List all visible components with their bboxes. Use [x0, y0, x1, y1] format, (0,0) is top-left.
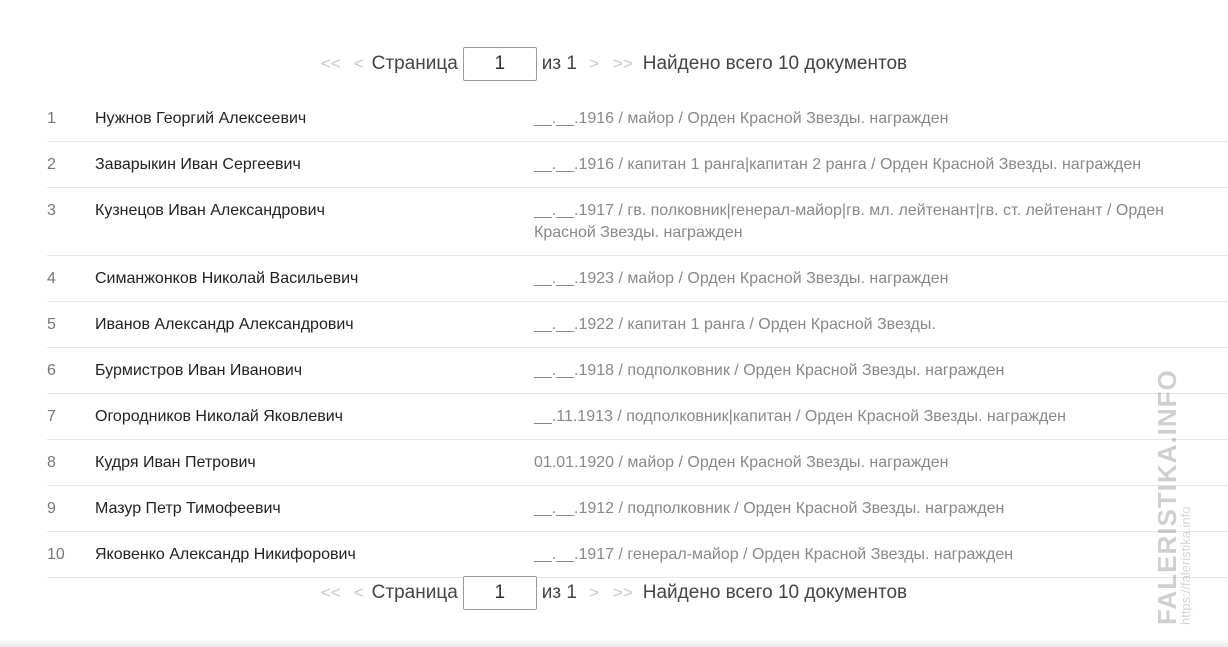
- result-name-link[interactable]: Кузнецов Иван Александрович: [95, 200, 534, 244]
- result-number: 4: [47, 270, 56, 287]
- result-number: 5: [47, 316, 56, 333]
- result-row: 8 Кудря Иван Петрович 01.01.1920 / майор /…: [47, 440, 1228, 486]
- next-page-link[interactable]: >: [589, 54, 599, 74]
- result-details: __.__.1922 / капитан 1 ранга / Орден Кра…: [534, 316, 936, 333]
- result-details: __.11.1913 / подполковник|капитан / Орде…: [534, 408, 1067, 425]
- result-details: __.__.1918 / подполковник / Орден Красно…: [534, 362, 1005, 379]
- result-name-link[interactable]: Иванов Александр Александрович: [95, 314, 534, 336]
- last-page-link[interactable]: >>: [613, 54, 633, 74]
- watermark: FALERISTIKA.INFO https://faleristika.inf…: [1152, 369, 1198, 626]
- result-number: 7: [47, 408, 56, 425]
- result-row: 9 Мазур Петр Тимофеевич __.__.1912 / подпо…: [47, 486, 1228, 532]
- result-number: 9: [47, 500, 56, 517]
- result-row: 7 Огородников Николай Яковлевич __.11.1913…: [47, 394, 1228, 440]
- result-name-link[interactable]: Огородников Николай Яковлевич: [95, 406, 534, 428]
- first-page-link[interactable]: <<: [321, 54, 341, 74]
- page-number-input[interactable]: [462, 47, 537, 81]
- result-name-link[interactable]: Кудря Иван Петрович: [95, 452, 534, 474]
- result-row: 2 Заварыкин Иван Сергеевич __.__.1916 / ка…: [47, 142, 1228, 188]
- page-total-label: из 1: [541, 53, 577, 74]
- page: << < Страница из 1 > >> Найдено всего 10…: [0, 0, 1228, 647]
- result-number: 6: [47, 362, 56, 379]
- watermark-url: https://faleristika.info: [1178, 506, 1193, 626]
- result-name-link[interactable]: Бурмистров Иван Иванович: [95, 360, 534, 382]
- page-total-label: из 1: [541, 582, 577, 603]
- result-number: 8: [47, 454, 56, 471]
- pagination-bottom: << < Страница из 1 > >> Найдено всего 10…: [0, 575, 1228, 611]
- result-details: 01.01.1920 / майор / Орден Красной Звезд…: [534, 454, 949, 471]
- found-count: Найдено всего 10 документов: [642, 582, 908, 603]
- last-page-link[interactable]: >>: [613, 583, 633, 603]
- result-details: __.__.1916 / капитан 1 ранга|капитан 2 р…: [534, 156, 1142, 173]
- bottom-shadow: [0, 639, 1228, 647]
- page-label: Страница: [371, 53, 458, 74]
- result-name-link[interactable]: Яковенко Александр Никифорович: [95, 544, 534, 566]
- result-row: 4 Симанжонков Николай Васильевич __.__.192…: [47, 256, 1228, 302]
- prev-page-link[interactable]: <: [354, 54, 364, 74]
- results-list: 1 Нужнов Георгий Алексеевич __.__.1916 / м…: [47, 96, 1228, 578]
- result-details: __.__.1917 / генерал-майор / Орден Красн…: [534, 546, 1014, 563]
- first-page-link[interactable]: <<: [321, 583, 341, 603]
- result-number: 3: [47, 202, 56, 219]
- result-row: 10 Яковенко Александр Никифорович __.__.19…: [47, 532, 1228, 578]
- found-count: Найдено всего 10 документов: [642, 53, 908, 74]
- result-row: 3 Кузнецов Иван Александрович __.__.1917 /…: [47, 188, 1228, 256]
- pagination-top: << < Страница из 1 > >> Найдено всего 10…: [0, 46, 1228, 82]
- result-name-link[interactable]: Заварыкин Иван Сергеевич: [95, 154, 534, 176]
- result-details: __.__.1916 / майор / Орден Красной Звезд…: [534, 110, 949, 127]
- next-page-link[interactable]: >: [589, 583, 599, 603]
- result-name-link[interactable]: Нужнов Георгий Алексеевич: [95, 108, 534, 130]
- result-number: 2: [47, 156, 56, 173]
- result-details: __.__.1917 / гв. полковник|генерал-майор…: [534, 202, 1164, 241]
- result-row: 1 Нужнов Георгий Алексеевич __.__.1916 / м…: [47, 96, 1228, 142]
- result-row: 6 Бурмистров Иван Иванович __.__.1918 / по…: [47, 348, 1228, 394]
- result-details: __.__.1923 / майор / Орден Красной Звезд…: [534, 270, 949, 287]
- result-details: __.__.1912 / подполковник / Орден Красно…: [534, 500, 1005, 517]
- page-number-input[interactable]: [462, 576, 537, 610]
- result-name-link[interactable]: Симанжонков Николай Васильевич: [95, 268, 534, 290]
- page-label: Страница: [371, 582, 458, 603]
- result-number: 10: [47, 546, 65, 563]
- result-number: 1: [47, 110, 56, 127]
- result-row: 5 Иванов Александр Александрович __.__.192…: [47, 302, 1228, 348]
- result-name-link[interactable]: Мазур Петр Тимофеевич: [95, 498, 534, 520]
- prev-page-link[interactable]: <: [354, 583, 364, 603]
